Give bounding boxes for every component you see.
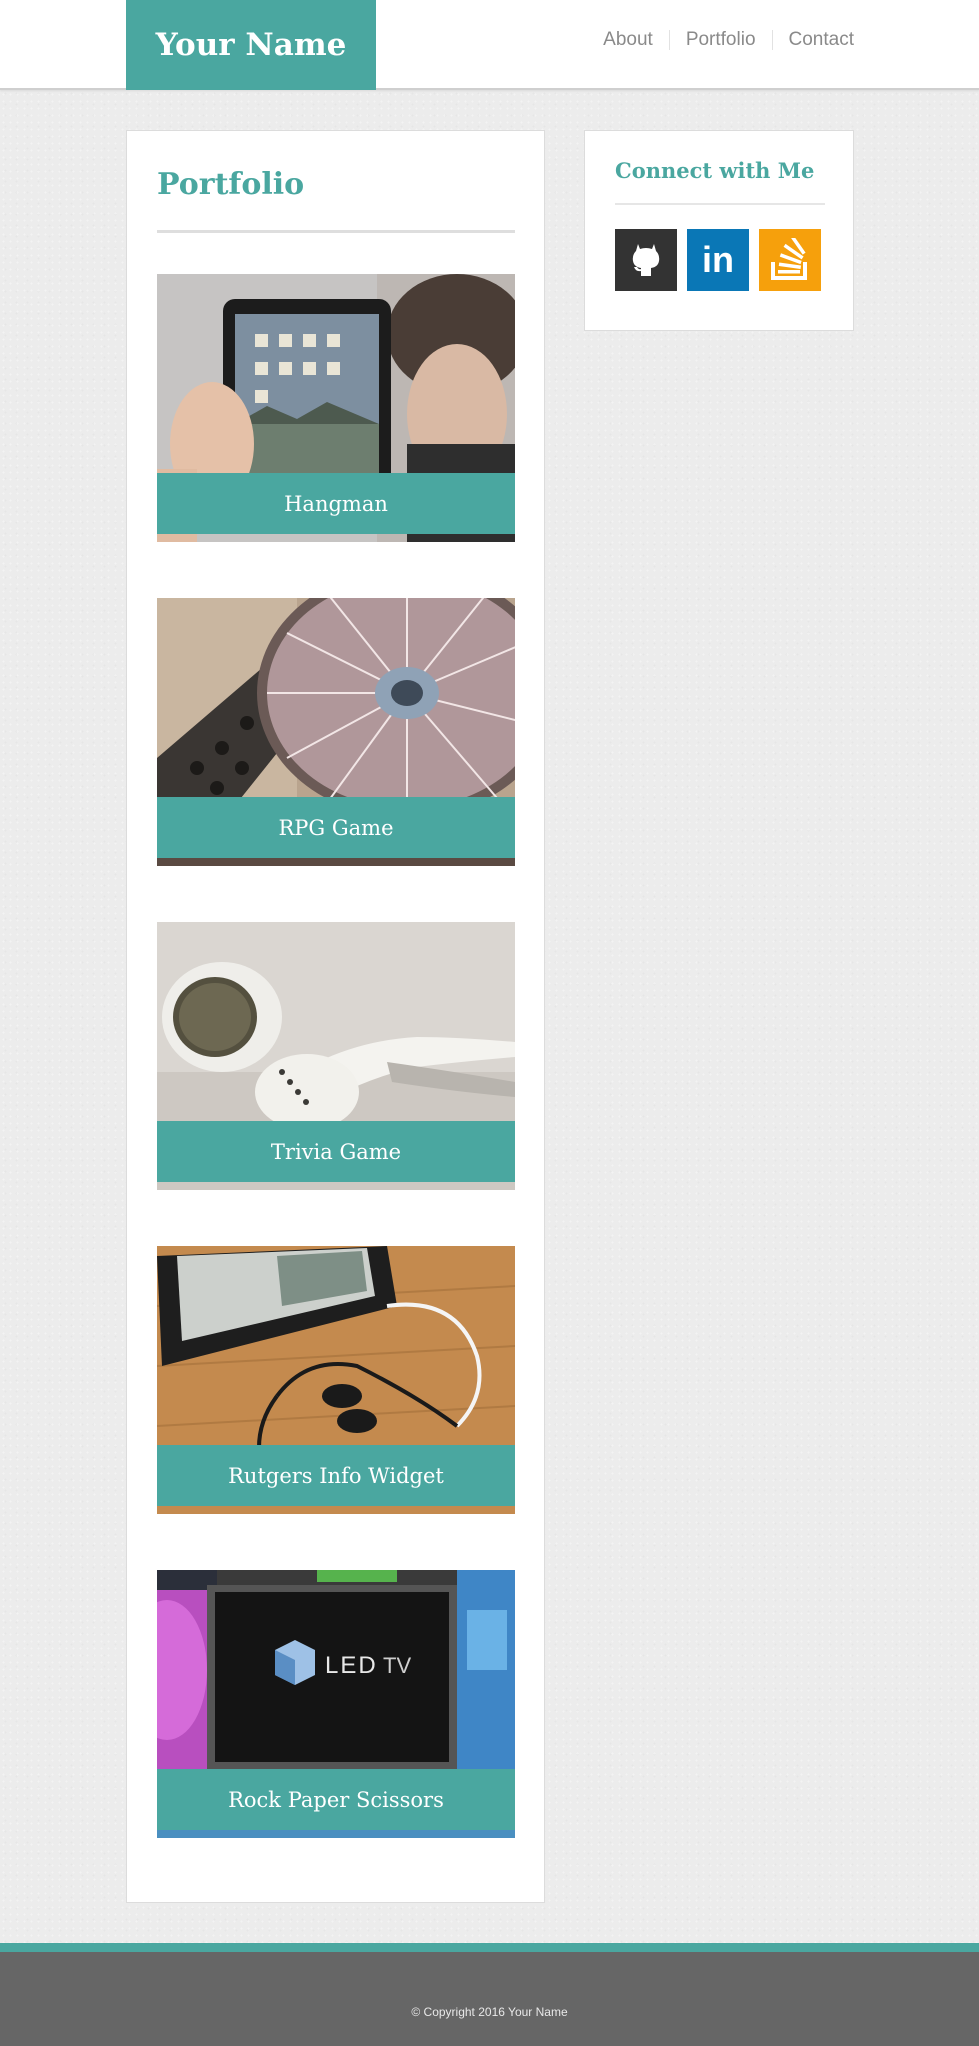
stackoverflow-link[interactable] bbox=[759, 229, 821, 291]
nav-divider bbox=[771, 30, 773, 50]
nav-divider bbox=[668, 30, 670, 50]
site-header: Your Name About Portfolio Contact bbox=[0, 0, 979, 90]
svg-text:LED: LED bbox=[325, 1652, 378, 1679]
project-rpg-game[interactable]: RPG Game bbox=[157, 598, 515, 866]
page-title: Portfolio bbox=[157, 167, 305, 202]
portfolio-card: Portfolio Hangman RPG Game Trivia Game R… bbox=[126, 130, 545, 1903]
linkedin-icon: in bbox=[702, 239, 734, 280]
svg-text:TV: TV bbox=[383, 1653, 411, 1678]
brand-logo[interactable]: Your Name bbox=[126, 0, 376, 90]
project-rock-paper-scissors[interactable]: LED TV Rock Paper Scissors bbox=[157, 1570, 515, 1838]
project-hangman[interactable]: Hangman bbox=[157, 274, 515, 542]
project-title: Rock Paper Scissors bbox=[157, 1769, 515, 1830]
connect-divider bbox=[615, 203, 825, 205]
project-trivia-game[interactable]: Trivia Game bbox=[157, 922, 515, 1190]
github-icon bbox=[632, 244, 660, 276]
nav-contact[interactable]: Contact bbox=[789, 29, 854, 51]
nav-portfolio[interactable]: Portfolio bbox=[686, 29, 756, 51]
project-title: Trivia Game bbox=[157, 1121, 515, 1182]
project-title: RPG Game bbox=[157, 797, 515, 858]
site-footer: © Copyright 2016 Your Name bbox=[0, 1943, 979, 2046]
project-title: Hangman bbox=[157, 473, 515, 534]
connect-card: Connect with Me in bbox=[584, 130, 854, 331]
main-nav: About Portfolio Contact bbox=[603, 29, 854, 51]
stackoverflow-icon bbox=[771, 238, 807, 280]
title-divider bbox=[157, 230, 515, 233]
linkedin-link[interactable]: in bbox=[687, 229, 749, 291]
project-title: Rutgers Info Widget bbox=[157, 1445, 515, 1506]
nav-about[interactable]: About bbox=[603, 29, 653, 51]
project-rutgers-info-widget[interactable]: Rutgers Info Widget bbox=[157, 1246, 515, 1514]
github-link[interactable] bbox=[615, 229, 677, 291]
copyright-text: © Copyright 2016 Your Name bbox=[411, 2005, 568, 2019]
connect-title: Connect with Me bbox=[615, 158, 815, 183]
